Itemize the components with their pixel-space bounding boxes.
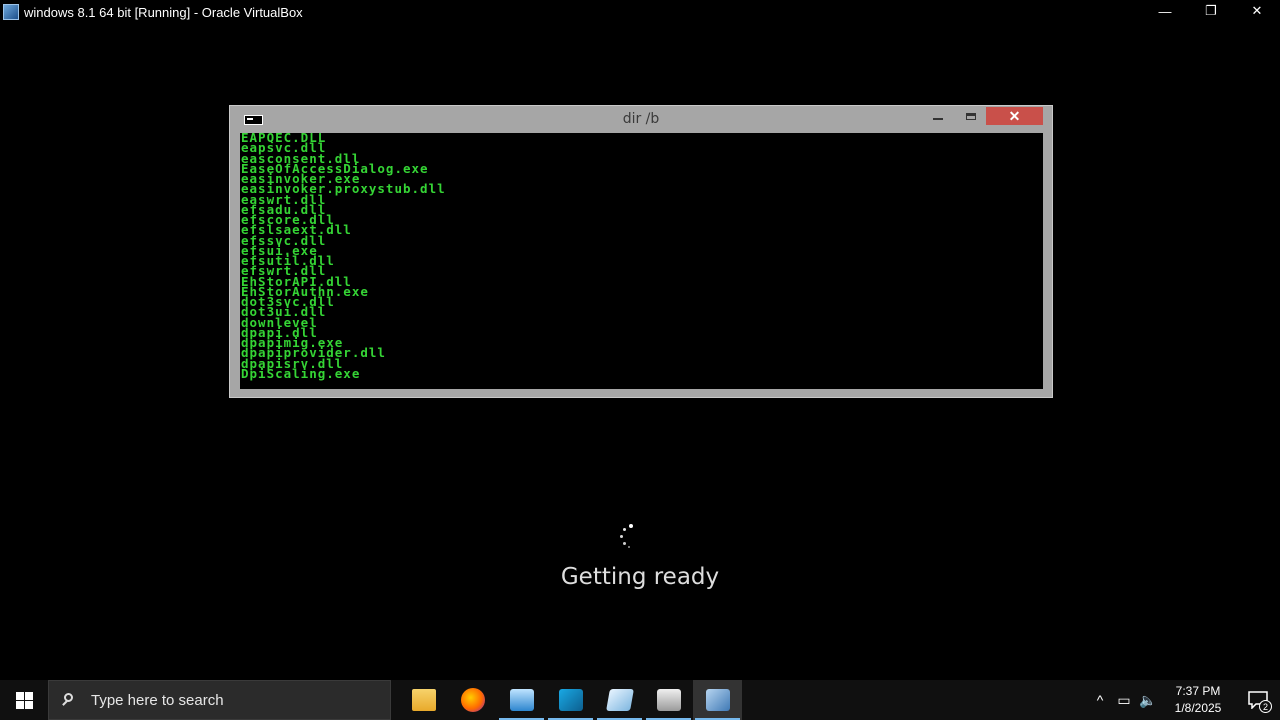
- taskbar-app-virtualbox[interactable]: [693, 680, 742, 720]
- console-line: efsadu.dll: [241, 201, 327, 217]
- host-window-controls: — ❐ ✕: [1142, 0, 1280, 24]
- notepad-icon: [605, 689, 634, 711]
- host-window-title: windows 8.1 64 bit [Running] - Oracle Vi…: [24, 4, 303, 20]
- taskbar-app-printer[interactable]: [644, 680, 693, 720]
- console-line: dot3ui.dll: [241, 304, 327, 320]
- system-tray: ^ ▭ 🔈 7:37 PM 1/8/2025 2: [1088, 680, 1280, 720]
- visual-studio-icon: [558, 689, 583, 711]
- console-line: dpapiprovider.dll: [241, 345, 386, 361]
- taskbar-app-notepad[interactable]: [595, 680, 644, 720]
- firefox-icon: [460, 688, 485, 712]
- taskbar-app-visual-studio[interactable]: [546, 680, 595, 720]
- minimize-icon: [933, 118, 943, 120]
- remote-desktop-icon: [509, 689, 534, 711]
- console-line: dpapi.dll: [241, 324, 318, 340]
- virtualbox-icon: [3, 4, 19, 20]
- console-line: efswrt.dll: [241, 263, 327, 279]
- console-line: EhStorAuthn.exe: [241, 283, 369, 299]
- console-line: dpapisrv.dll: [241, 355, 344, 371]
- taskbar-app-remote-desktop[interactable]: [497, 680, 546, 720]
- action-center-button[interactable]: 2: [1236, 680, 1280, 720]
- host-close-button[interactable]: ✕: [1234, 0, 1280, 22]
- console-line: efssvc.dll: [241, 232, 327, 248]
- console-line: easwrt.dll: [241, 191, 327, 207]
- printer-icon: [656, 689, 681, 711]
- taskbar: Type here to search ^ ▭ 🔈 7:37 PM 1/8/20…: [0, 680, 1280, 720]
- virtualbox-icon: [705, 689, 730, 711]
- start-button[interactable]: [0, 680, 48, 720]
- show-hidden-icons-chevron-icon[interactable]: ^: [1088, 680, 1112, 720]
- folder-icon: [411, 689, 436, 711]
- console-titlebar[interactable]: dir /b ✕: [230, 106, 1052, 132]
- console-line: eapsvc.dll: [241, 140, 327, 156]
- clock[interactable]: 7:37 PM 1/8/2025: [1160, 680, 1236, 720]
- console-line: efslsaext.dll: [241, 222, 352, 238]
- taskbar-app-firefox[interactable]: [448, 680, 497, 720]
- host-minimize-button[interactable]: —: [1142, 0, 1188, 22]
- console-line: EAPQEC.DLL: [241, 133, 327, 145]
- windows-logo-icon: [15, 691, 33, 709]
- search-icon: [61, 693, 75, 707]
- console-line: efsutil.dll: [241, 253, 335, 268]
- console-line: DpiScaling.exe: [241, 365, 361, 381]
- loading-spinner-icon: [616, 524, 636, 552]
- host-restore-button[interactable]: ❐: [1188, 0, 1234, 22]
- maximize-icon: [966, 112, 976, 120]
- host-titlebar[interactable]: windows 8.1 64 bit [Running] - Oracle Vi…: [0, 0, 1280, 24]
- console-close-button[interactable]: ✕: [986, 107, 1043, 125]
- console-window: dir /b ✕ EAPQEC.DLL eapsvc.dll easconsent.…: [229, 105, 1053, 398]
- console-maximize-button[interactable]: [957, 107, 985, 125]
- console-line: EaseOfAccessDialog.exe: [241, 160, 429, 176]
- taskbar-apps: [399, 680, 742, 720]
- console-minimize-button[interactable]: [924, 107, 952, 125]
- volume-muted-icon[interactable]: 🔈: [1136, 680, 1160, 720]
- search-placeholder: Type here to search: [91, 691, 224, 709]
- console-output[interactable]: EAPQEC.DLL eapsvc.dll easconsent.dll EaseOf…: [240, 133, 1043, 389]
- clock-date: 1/8/2025: [1174, 701, 1222, 715]
- console-line: easinvoker.proxystub.dll: [241, 181, 446, 197]
- notification-count-badge: 2: [1259, 700, 1272, 713]
- taskbar-app-file-explorer[interactable]: [399, 680, 448, 720]
- console-line: efscore.dll: [241, 212, 335, 227]
- clock-time: 7:37 PM: [1175, 684, 1221, 698]
- console-line: efsui.exe: [241, 242, 318, 258]
- status-message: Getting ready: [560, 564, 720, 590]
- network-icon[interactable]: ▭: [1112, 680, 1136, 720]
- taskbar-search-box[interactable]: Type here to search: [48, 680, 391, 720]
- console-line: downlevel: [241, 314, 318, 330]
